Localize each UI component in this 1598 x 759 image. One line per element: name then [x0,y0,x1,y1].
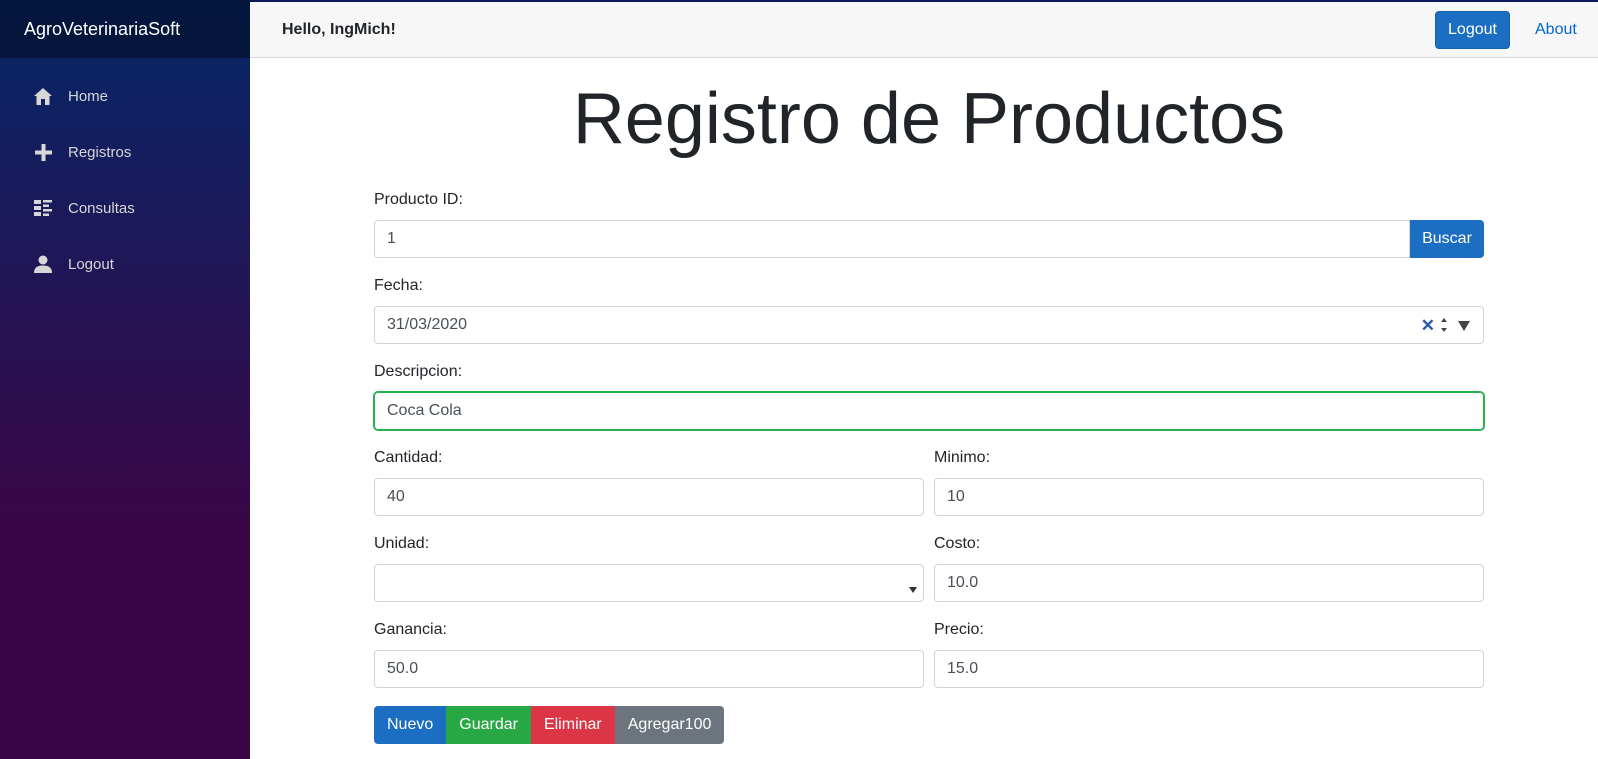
ganancia-group: Ganancia: 50.0 [374,618,924,692]
sidebar-item-logout[interactable]: Logout [16,240,234,288]
list-icon [32,197,54,219]
guardar-button[interactable]: Guardar [446,706,531,744]
cantidad-group: Cantidad: 40 [374,446,924,532]
producto-id-value: 1 [387,230,396,247]
date-dropdown-icon[interactable] [1457,319,1471,331]
cantidad-minimo-row: Cantidad: 40 Minimo: 10 [374,446,1484,532]
unidad-group: Unidad: [374,532,924,618]
cantidad-input[interactable]: 40 [374,478,924,516]
producto-id-input[interactable]: 1 [374,220,1410,258]
plus-icon [32,141,54,163]
producto-id-label: Producto ID: [374,191,463,208]
fecha-group: Fecha: 31/03/2020 ✕ [374,274,1484,360]
sidebar-nav: Home Registros Consultas Logout [0,58,250,288]
unidad-select[interactable] [374,564,924,602]
ganancia-value: 50.0 [387,660,419,677]
ganancia-input[interactable]: 50.0 [374,650,924,688]
cantidad-label: Cantidad: [374,449,443,466]
eliminar-button[interactable]: Eliminar [530,706,615,744]
brand-bar: AgroVeterinariaSoft [0,0,250,58]
precio-input[interactable]: 15.0 [934,650,1484,688]
producto-id-group: Producto ID: 1 Buscar [374,188,1484,274]
page-title: Registro de Productos [572,79,1286,159]
minimo-value: 10 [947,488,965,505]
sidebar-item-home[interactable]: Home [16,72,234,120]
about-link[interactable]: About [1535,21,1577,39]
ganancia-label: Ganancia: [374,621,447,638]
greeting-text: Hello, IngMich! [282,21,396,38]
descripcion-label: Descripcion: [374,363,463,380]
minimo-input[interactable]: 10 [934,478,1484,516]
brand-link[interactable]: AgroVeterinariaSoft [24,19,180,40]
minimo-label: Minimo: [934,449,991,466]
descripcion-group: Descripcion: Coca Cola [373,360,1485,446]
unidad-label: Unidad: [374,535,430,552]
action-button-group: Nuevo Guardar Eliminar Agregar100 [374,706,1484,744]
cantidad-value: 40 [387,488,405,505]
minimo-group: Minimo: 10 [934,446,1484,532]
costo-value: 10.0 [947,574,979,591]
costo-group: Costo: 10.0 [934,532,1484,618]
precio-label: Precio: [934,621,984,638]
precio-group: Precio: 15.0 [934,618,1484,692]
descripcion-input[interactable]: Coca Cola [373,391,1485,431]
clear-date-icon[interactable]: ✕ [1421,316,1435,336]
top-bar: Hello, IngMich! Logout About [250,2,1598,58]
precio-value: 15.0 [947,660,979,677]
logout-button[interactable]: Logout [1435,11,1510,49]
costo-input[interactable]: 10.0 [934,564,1484,602]
unidad-costo-row: Unidad: Costo: 10.0 [374,532,1484,618]
descripcion-value: Coca Cola [387,402,462,419]
sidebar-item-label: Consultas [68,199,135,217]
fecha-input[interactable]: 31/03/2020 ✕ [374,306,1484,344]
sidebar-item-registros[interactable]: Registros [16,128,234,176]
buscar-button[interactable]: Buscar [1410,220,1484,258]
nuevo-button[interactable]: Nuevo [374,706,447,744]
sidebar-item-label: Registros [68,143,132,161]
costo-label: Costo: [934,535,981,552]
agregar100-button[interactable]: Agregar100 [614,706,725,744]
main-content: Registro de Productos Producto ID: 1 Bus… [373,58,1485,744]
fecha-label: Fecha: [374,277,423,294]
sidebar-item-label: Logout [68,255,114,273]
sidebar-item-consultas[interactable]: Consultas [16,184,234,232]
fecha-value: 31/03/2020 [387,316,468,333]
ganancia-precio-row: Ganancia: 50.0 Precio: 15.0 [374,618,1484,692]
home-icon [32,85,54,107]
sidebar: AgroVeterinariaSoft Home Registros Consu… [0,0,250,759]
select-caret-icon [909,580,917,593]
date-spinner-icon[interactable] [1439,313,1449,337]
person-icon [32,253,54,275]
sidebar-item-label: Home [68,87,109,105]
